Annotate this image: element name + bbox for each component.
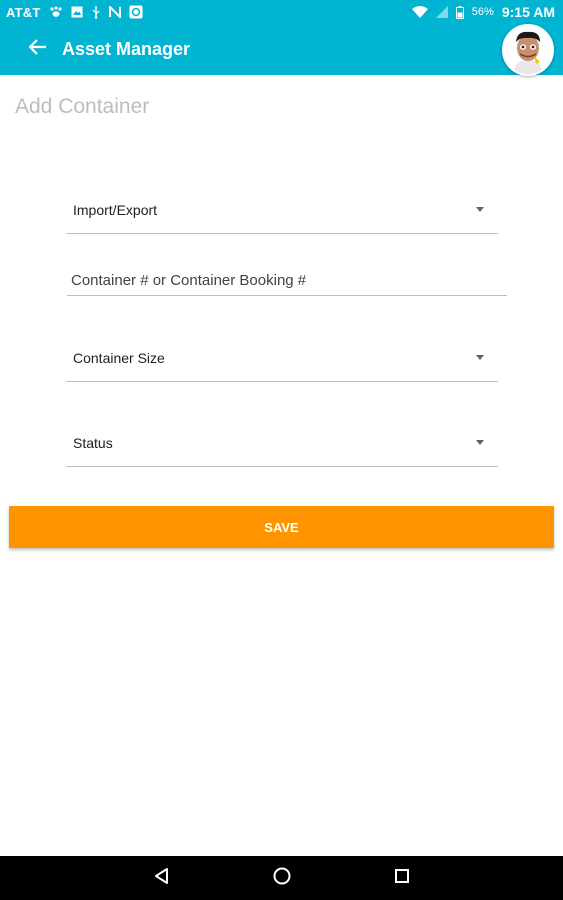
wifi-icon	[411, 6, 428, 18]
import-export-select[interactable]: Import/Export	[66, 192, 498, 234]
dropdown-arrow-icon	[476, 207, 484, 212]
navigation-bar	[0, 856, 563, 900]
app-icon	[129, 5, 143, 19]
dropdown-arrow-icon	[476, 440, 484, 445]
battery-percent: 56%	[471, 6, 494, 18]
save-button[interactable]: SAVE	[9, 506, 554, 548]
carrier-label: AT&T	[6, 4, 41, 20]
status-left: AT&T	[6, 5, 143, 20]
app-title: Asset Manager	[62, 39, 191, 59]
back-button[interactable]	[23, 35, 53, 65]
back-triangle-icon	[153, 867, 171, 890]
status-bar: AT&T 56% 9:15 AM	[0, 0, 563, 24]
nav-recents-button[interactable]	[390, 866, 414, 890]
container-size-select[interactable]: Container Size	[66, 340, 498, 382]
container-number-input[interactable]: Container # or Container Booking #	[67, 266, 507, 296]
page-title: Add Container	[15, 95, 150, 118]
nav-home-button[interactable]	[270, 866, 294, 890]
recents-square-icon	[394, 868, 410, 889]
dropdown-arrow-icon	[476, 355, 484, 360]
container-number-placeholder: Container # or Container Booking #	[71, 272, 307, 289]
nav-back-button[interactable]	[150, 866, 174, 890]
paw-icon	[49, 6, 63, 18]
status-right: 56% 9:15 AM	[411, 4, 555, 20]
signal-icon	[435, 6, 448, 18]
app-bar: Asset Manager	[0, 24, 563, 76]
home-circle-icon	[272, 866, 292, 891]
import-export-label: Import/Export	[73, 201, 158, 218]
battery-icon	[455, 5, 464, 19]
n-icon	[108, 6, 121, 18]
user-avatar[interactable]	[502, 24, 554, 76]
container-size-label: Container Size	[73, 349, 165, 366]
status-label: Status	[73, 434, 113, 451]
usb-icon	[91, 5, 101, 19]
screen: AT&T 56% 9:15 AM Asset Manager Add Conta…	[0, 0, 563, 900]
status-select[interactable]: Status	[66, 425, 498, 467]
image-icon	[71, 6, 83, 18]
clock: 9:15 AM	[501, 4, 555, 20]
arrow-left-icon	[28, 38, 47, 61]
